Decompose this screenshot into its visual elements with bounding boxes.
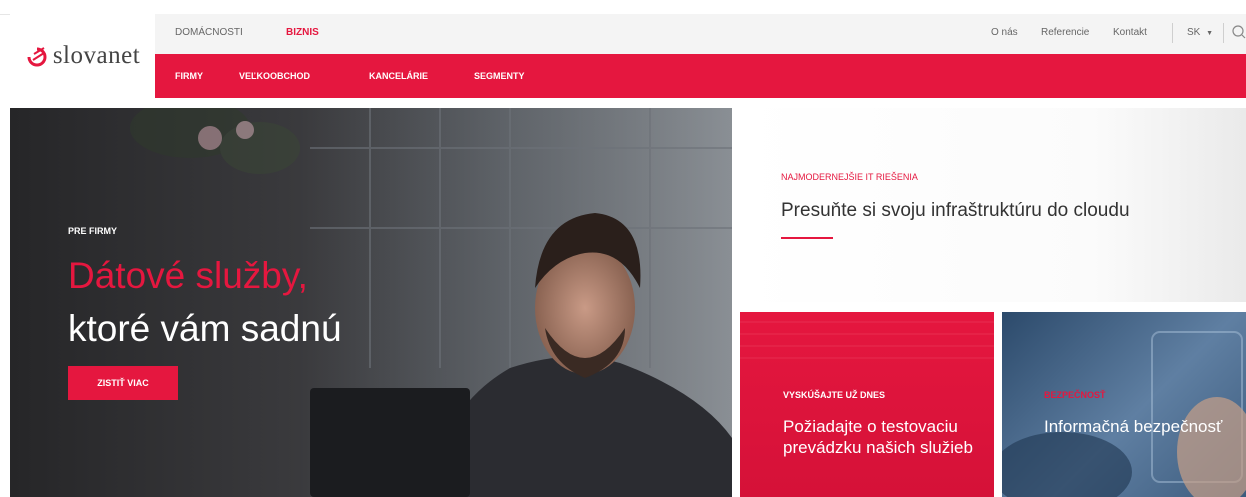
- card-background-pattern: [740, 321, 994, 359]
- card-title: Presuňte si svoju infraštruktúru do clou…: [781, 200, 1130, 221]
- nav-kancelarie[interactable]: KANCELÁRIE: [369, 71, 428, 81]
- card-pre-title: BEZPEČNOSŤ: [1044, 390, 1106, 400]
- segment-domacnosti[interactable]: DOMÁCNOSTI: [175, 27, 243, 38]
- promo-card-cloud[interactable]: NAJMODERNEJŠIE IT RIEŠENIA Presuňte si s…: [740, 108, 1246, 302]
- language-label: SK: [1187, 27, 1201, 38]
- top-bar: DOMÁCNOSTI BIZNIS O nás Referencie Konta…: [155, 14, 1246, 54]
- hero-pre-title: PRE FIRMY: [68, 226, 118, 236]
- chevron-down-icon: ▼: [1206, 30, 1214, 37]
- segment-biznis[interactable]: BIZNIS: [286, 27, 319, 38]
- logo[interactable]: slovanet: [10, 14, 155, 98]
- top-strip: [0, 0, 1246, 15]
- promo-card-test[interactable]: VYSKÚŠAJTE UŽ DNES Požiadajte o testovac…: [740, 312, 994, 497]
- nav-firmy[interactable]: FIRMY: [175, 71, 203, 81]
- slovanet-logo-icon: [27, 47, 47, 67]
- nav-segmenty[interactable]: SEGMENTY: [474, 71, 525, 81]
- hero-title-accent: Dátové služby,: [68, 255, 308, 296]
- card-pre-title: NAJMODERNEJŠIE IT RIEŠENIA: [781, 172, 918, 182]
- link-referencie[interactable]: Referencie: [1041, 27, 1089, 38]
- nav-velkoobchod[interactable]: VEĽKOOBCHOD: [239, 71, 310, 81]
- card-underline: [781, 237, 833, 239]
- hero-background-image: [130, 108, 732, 497]
- logo-text: slovanet: [52, 42, 141, 69]
- card-title: Požiadajte o testovaciu prevádzku našich…: [783, 417, 973, 457]
- divider: [1223, 23, 1224, 43]
- language-selector[interactable]: SK ▼: [1187, 27, 1213, 38]
- divider: [1172, 23, 1173, 43]
- hero-cta-button[interactable]: ZISTIŤ VIAC: [68, 366, 178, 400]
- link-kontakt[interactable]: Kontakt: [1113, 27, 1147, 38]
- card-background-image: [1002, 331, 1246, 497]
- main-nav: FIRMY VEĽKOOBCHOD KANCELÁRIE SEGMENTY: [155, 54, 1246, 98]
- promo-card-security[interactable]: BEZPEČNOSŤ Informačná bezpečnosť: [1002, 312, 1246, 497]
- search-icon[interactable]: [1232, 25, 1246, 39]
- hero-banner: PRE FIRMY Dátové služby, ktoré vám sadnú…: [10, 108, 732, 497]
- card-pre-title: VYSKÚŠAJTE UŽ DNES: [783, 390, 886, 400]
- hero-title: ktoré vám sadnú: [68, 308, 342, 349]
- link-o-nas[interactable]: O nás: [991, 27, 1018, 38]
- card-title: Informačná bezpečnosť: [1044, 417, 1223, 436]
